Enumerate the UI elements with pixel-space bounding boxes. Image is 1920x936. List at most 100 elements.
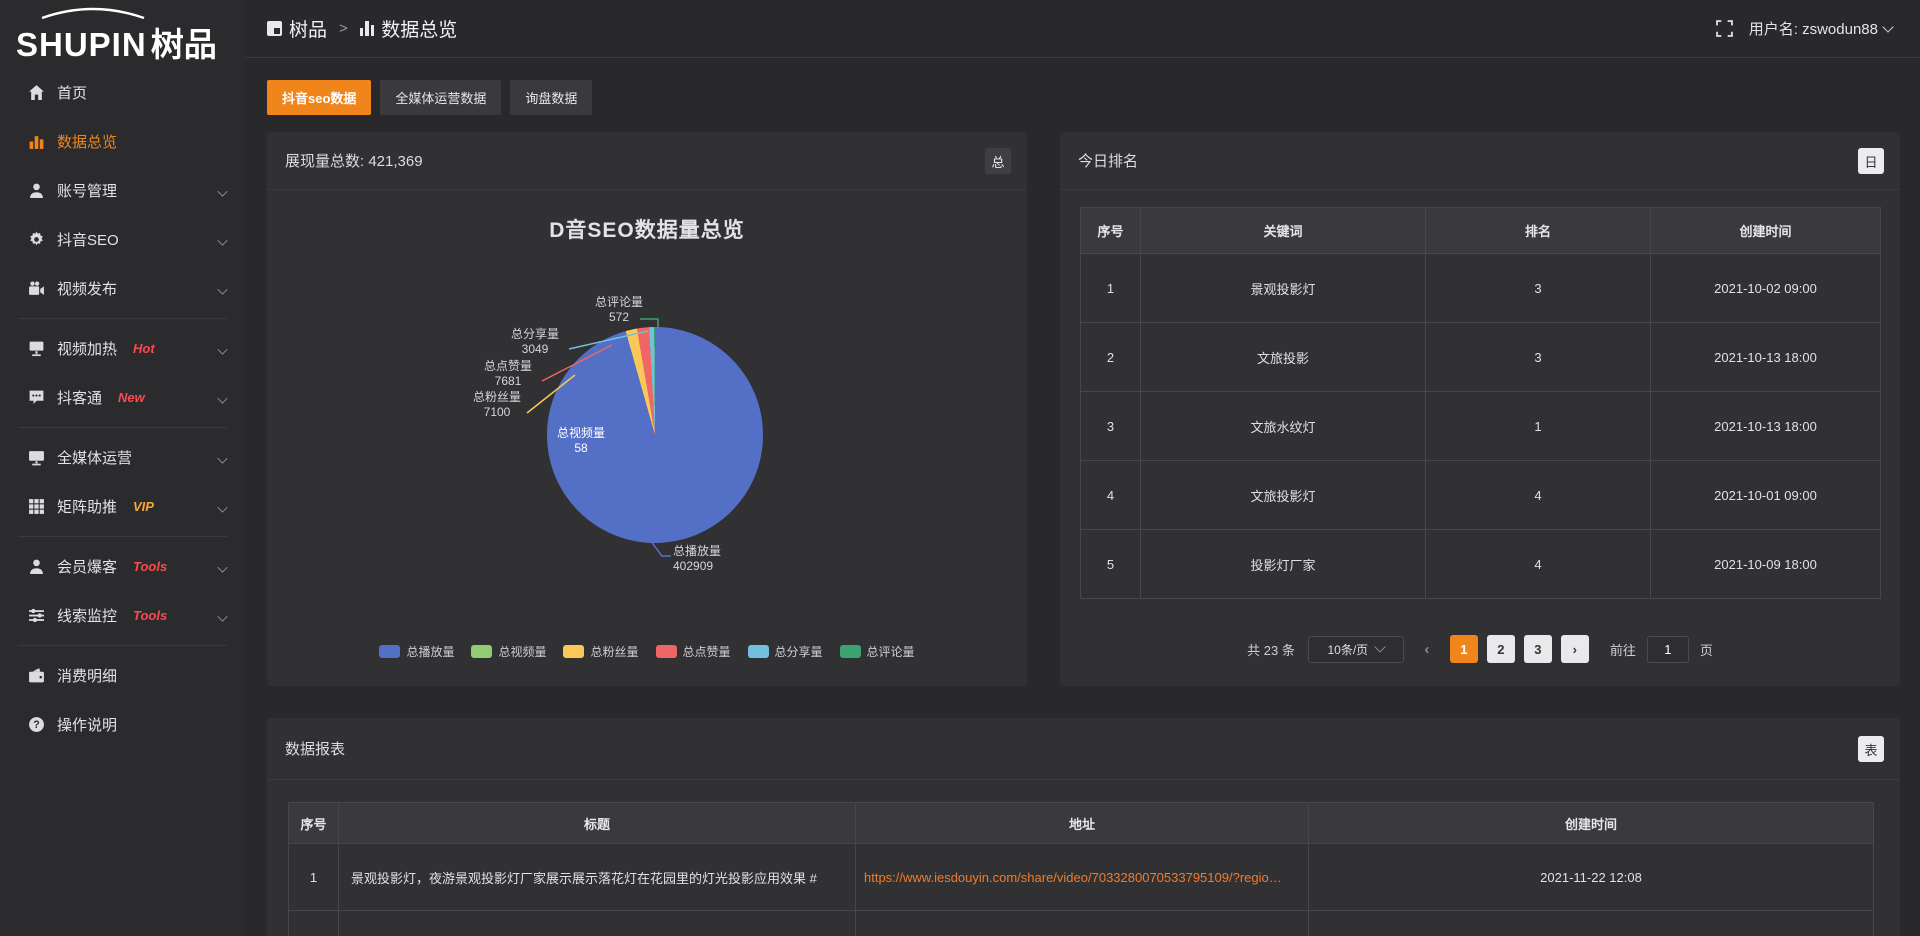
ranking-table: 序号 关键词 排名 创建时间 1 景观投影灯 3 2021-10-02 09:0… (1080, 207, 1881, 599)
chevron-down-icon (1882, 21, 1893, 32)
col-header-index: 序号 (289, 803, 339, 844)
pie-label-comments: 总评论量572 (569, 295, 669, 325)
pie-label-fans: 总粉丝量7100 (447, 390, 547, 420)
col-header-title: 标题 (339, 803, 856, 844)
tab-media-ops[interactable]: 全媒体运营数据 (380, 80, 501, 115)
sidebar-item-account[interactable]: 账号管理 (0, 166, 245, 215)
pie-label-shares: 总分享量3049 (485, 327, 585, 357)
day-badge-button[interactable]: 日 (1858, 148, 1884, 174)
person-icon (28, 558, 45, 575)
cell-created: 2021-10-13 18:00 (1651, 323, 1881, 392)
report-table: 序号 标题 地址 创建时间 1 景观投影灯，夜游景观投影灯厂家展示展示落花灯在花… (288, 802, 1874, 936)
goto-page-input[interactable] (1647, 636, 1689, 663)
impressions-total-label: 展现量总数: 421,369 (285, 150, 423, 171)
vip-badge: VIP (133, 499, 154, 514)
sidebar-item-matrix-boost[interactable]: 矩阵助推 VIP (0, 482, 245, 531)
breadcrumb-current[interactable]: 数据总览 (360, 15, 458, 42)
cell-index: 2 (1081, 323, 1141, 392)
sidebar-item-douketong[interactable]: 抖客通 New (0, 373, 245, 422)
tools-badge: Tools (133, 608, 167, 623)
legend-item-videos[interactable]: 总视频量 (471, 643, 546, 660)
sidebar-item-douyin-seo[interactable]: 抖音SEO (0, 215, 245, 264)
page-size-select[interactable]: 10条/页 (1308, 636, 1404, 663)
legend-item-plays[interactable]: 总播放量 (379, 643, 454, 660)
table-badge-button[interactable]: 表 (1858, 736, 1884, 762)
user-menu[interactable]: 用户名: zswodun88 (1749, 18, 1892, 39)
ranking-panel-header: 今日排名 日 (1060, 132, 1900, 190)
sidebar-item-label: 全媒体运营 (57, 447, 132, 468)
sidebar-item-label: 首页 (57, 82, 87, 103)
topbar-right: 用户名: zswodun88 (1716, 18, 1892, 39)
pie-label-videos: 总视频量58 (531, 426, 631, 456)
table-row: 3 文旅水纹灯 1 2021-10-13 18:00 (1081, 392, 1881, 461)
cell-keyword: 文旅投影灯 (1141, 461, 1426, 530)
sidebar-item-label: 账号管理 (57, 180, 117, 201)
legend-item-shares[interactable]: 总分享量 (748, 643, 823, 660)
next-page-button[interactable]: › (1561, 635, 1589, 663)
sidebar-item-consume-detail[interactable]: 消费明细 (0, 651, 245, 700)
question-circle-icon: ? (28, 716, 45, 733)
cell-title: 景观投影灯，夜游景观投影灯厂家展示展示落花灯在花园里的灯光投影应用效果 # (339, 844, 856, 911)
table-row: 1 景观投影灯，夜游景观投影灯厂家展示展示落花灯在花园里的灯光投影应用效果 # … (289, 844, 1874, 911)
sidebar-item-help[interactable]: ? 操作说明 (0, 700, 245, 749)
ranking-panel-title: 今日排名 (1078, 150, 1138, 171)
cell-rank: 4 (1426, 461, 1651, 530)
legend-item-comments[interactable]: 总评论量 (840, 643, 915, 660)
col-header-created: 创建时间 (1309, 803, 1874, 844)
breadcrumb-root[interactable]: 树品 (267, 15, 327, 42)
fullscreen-icon[interactable] (1716, 20, 1733, 37)
sidebar-divider (18, 318, 227, 319)
breadcrumb-separator: > (339, 20, 348, 37)
chevron-down-icon (217, 453, 227, 463)
video-camera-icon (28, 280, 45, 297)
sidebar-item-label: 矩阵助推 (57, 496, 117, 517)
sliders-icon (28, 607, 45, 624)
cell-keyword: 景观投影灯 (1141, 254, 1426, 323)
sidebar: SHUPIN树品 首页 数据总览 账号管理 抖音SEO (0, 0, 245, 936)
page-button-2[interactable]: 2 (1487, 635, 1515, 663)
screen-heat-icon (28, 340, 45, 357)
pie-label-likes: 总点赞量7681 (458, 359, 558, 389)
legend-item-likes[interactable]: 总点赞量 (656, 643, 731, 660)
cell-url (856, 911, 1309, 936)
prev-page-button[interactable]: ‹ (1413, 635, 1441, 663)
sidebar-item-label: 抖音SEO (57, 229, 119, 250)
cell-rank: 3 (1426, 323, 1651, 392)
chevron-down-icon (217, 393, 227, 403)
cell-index: 4 (1081, 461, 1141, 530)
legend-swatch (840, 645, 861, 658)
sidebar-item-video-publish[interactable]: 视频发布 (0, 264, 245, 313)
pagination: 共 23 条 10条/页 ‹ 1 2 3 › 前往 页 (1060, 635, 1900, 663)
report-panel: 数据报表 表 序号 标题 地址 创建时间 1 景观投影灯，夜游景观投影灯厂家展示… (267, 718, 1900, 936)
table-row: 5 投影灯厂家 4 2021-10-09 18:00 (1081, 530, 1881, 599)
cell-keyword: 文旅水纹灯 (1141, 392, 1426, 461)
sidebar-item-video-heat[interactable]: 视频加热 Hot (0, 324, 245, 373)
video-link[interactable]: https://www.iesdouyin.com/share/video/70… (864, 870, 1282, 885)
legend-item-fans[interactable]: 总粉丝量 (563, 643, 638, 660)
goto-unit-label: 页 (1700, 640, 1713, 659)
page-button-1[interactable]: 1 (1450, 635, 1478, 663)
breadcrumb-root-label: 树品 (289, 15, 327, 42)
legend-swatch (379, 645, 400, 658)
sidebar-item-clue-monitor[interactable]: 线索监控 Tools (0, 591, 245, 640)
cell-index: 1 (1081, 254, 1141, 323)
sidebar-item-label: 操作说明 (57, 714, 117, 735)
page-button-3[interactable]: 3 (1524, 635, 1552, 663)
cell-created: 2021-10-02 09:00 (1651, 254, 1881, 323)
home-icon (28, 84, 45, 101)
tab-douyin-seo[interactable]: 抖音seo数据 (267, 80, 371, 115)
tab-inquiry[interactable]: 询盘数据 (510, 80, 592, 115)
chat-bubble-icon (28, 389, 45, 406)
sidebar-item-member-burst[interactable]: 会员爆客 Tools (0, 542, 245, 591)
total-badge-button[interactable]: 总 (985, 148, 1011, 174)
sidebar-item-label: 数据总览 (57, 131, 117, 152)
sidebar-item-home[interactable]: 首页 (0, 68, 245, 117)
chevron-down-icon (217, 344, 227, 354)
overview-panel: 展现量总数: 421,369 总 D音SEO数据量总览 总评论量572 总分享量… (267, 132, 1027, 686)
sidebar-item-media-ops[interactable]: 全媒体运营 (0, 433, 245, 482)
legend-swatch (471, 645, 492, 658)
chevron-down-icon (217, 502, 227, 512)
sidebar-item-label: 线索监控 (57, 605, 117, 626)
sidebar-item-data-overview[interactable]: 数据总览 (0, 117, 245, 166)
col-header-keyword: 关键词 (1141, 208, 1426, 254)
